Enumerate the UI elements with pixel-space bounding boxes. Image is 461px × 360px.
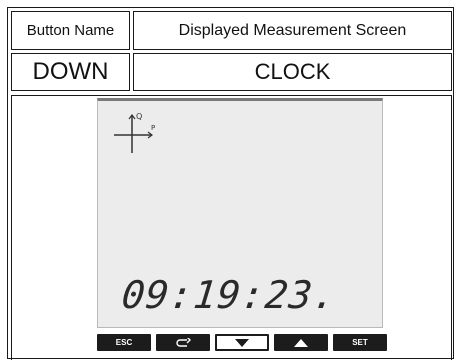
- displayed-screen-value: CLOCK: [133, 53, 452, 91]
- lcd-display: Q P 09:19:23.: [97, 98, 383, 328]
- esc-key[interactable]: ESC: [97, 334, 151, 351]
- device-screen-cell: Q P 09:19:23. ESC SET: [11, 95, 452, 360]
- down-triangle-icon: [235, 338, 249, 347]
- set-key[interactable]: SET: [333, 334, 387, 351]
- device-keypad: ESC SET: [97, 334, 387, 356]
- measurement-table: Button Name Displayed Measurement Screen…: [7, 7, 454, 360]
- button-name-value: DOWN: [11, 53, 130, 91]
- up-key[interactable]: [274, 334, 328, 351]
- quadrant-p-label: P: [151, 124, 155, 132]
- header-button-name: Button Name: [11, 11, 130, 50]
- pq-quadrant-icon: Q P: [114, 112, 155, 153]
- return-arrow-icon: [176, 337, 191, 347]
- return-key[interactable]: [156, 334, 210, 351]
- up-triangle-icon: [294, 338, 308, 347]
- clock-time: 09:19:23.: [119, 273, 340, 317]
- down-key[interactable]: [215, 334, 269, 351]
- header-displayed-screen: Displayed Measurement Screen: [133, 11, 452, 50]
- quadrant-q-label: Q: [136, 112, 142, 121]
